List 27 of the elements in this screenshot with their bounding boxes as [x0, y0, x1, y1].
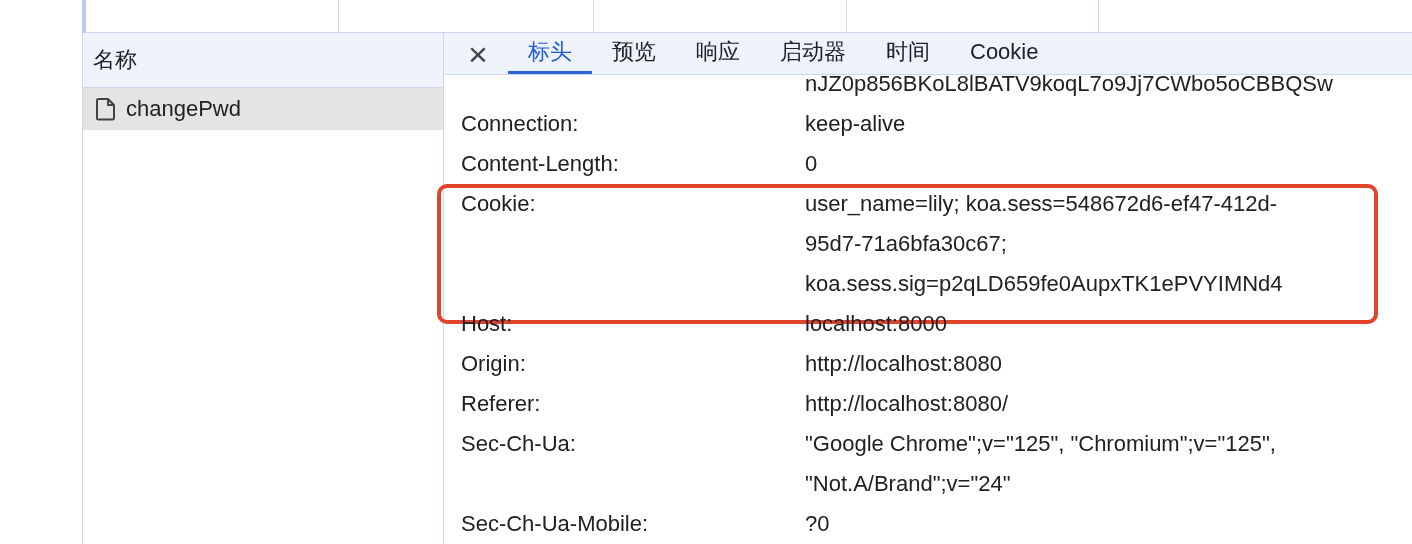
header-value: koa.sess.sig=p2qLD659fe0AupxTK1ePVYIMNd4 [805, 270, 1283, 298]
header-name: Connection: [461, 111, 579, 136]
header-value: user_name=lily; koa.sess=548672d6-ef47-412d- [805, 190, 1279, 218]
tab[interactable]: 时间 [866, 33, 950, 74]
column-header: 名称 [93, 46, 137, 74]
file-icon [95, 97, 117, 121]
tab[interactable]: 启动器 [760, 33, 866, 74]
request-row[interactable]: changePwd [83, 88, 443, 130]
tab[interactable]: 预览 [592, 33, 676, 74]
tab[interactable]: Cookie [950, 33, 1059, 74]
header-value: 0 [805, 150, 818, 178]
header-value: ?0 [805, 510, 830, 538]
header-value: keep-alive [805, 110, 906, 138]
header-name: Sec-Ch-Ua: [461, 431, 576, 456]
header-name: Cookie: [461, 191, 536, 216]
header-name: Content-Length: [461, 151, 619, 176]
close-button[interactable]: × [462, 33, 494, 74]
header-value: http://localhost:8080 [805, 350, 1002, 378]
header-value: nJZ0p856BKoL8lBATV9koqL7o9Jj7CWbo5oCBBQSw [805, 75, 1333, 98]
header-name: Origin: [461, 351, 526, 376]
header-value: 95d7-71a6bfa30c67; [805, 230, 1008, 258]
header-name: Sec-Ch-Ua-Mobile: [461, 511, 649, 536]
header-value: "Google Chrome";v="125", "Chromium";v="125", [805, 430, 1276, 458]
header-value: http://localhost:8080/ [805, 390, 1009, 418]
header-name: Referer: [461, 391, 541, 416]
header-value: "Not.A/Brand";v="24" [805, 470, 1012, 498]
tab[interactable]: 响应 [676, 33, 760, 74]
